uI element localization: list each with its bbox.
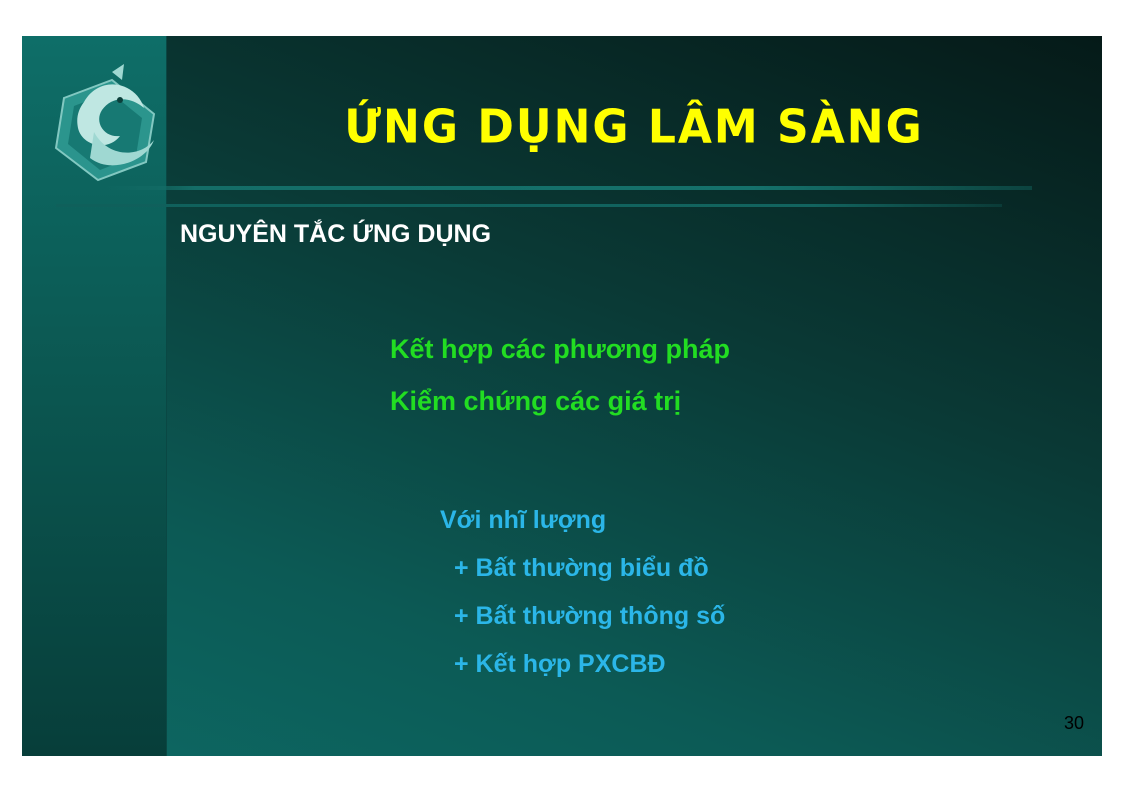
page-number: 30 (1063, 713, 1084, 733)
title-divider-lower (56, 204, 1002, 207)
document-page: ỨNG DỤNG LÂM SÀNG NGUYÊN TẮC ỨNG DỤNG Kế… (0, 0, 1123, 793)
title-divider-upper (102, 186, 1032, 190)
detail-item: + Bất thường thông số (454, 602, 726, 630)
detail-heading: Với nhĩ lượng (440, 506, 607, 534)
principle-item: Kết hợp các phương pháp (390, 334, 730, 364)
section-subtitle: NGUYÊN TẮC ỨNG DỤNG (180, 220, 492, 248)
slide: ỨNG DỤNG LÂM SÀNG NGUYÊN TẮC ỨNG DỤNG Kế… (22, 36, 1102, 756)
dolphin-logo-icon (54, 64, 156, 182)
detail-item: + Bất thường biểu đồ (454, 554, 709, 582)
slide-title: ỨNG DỤNG LÂM SÀNG (344, 100, 924, 155)
principle-item: Kiểm chứng các giá trị (390, 386, 682, 416)
detail-item: + Kết hợp PXCBĐ (454, 650, 666, 678)
